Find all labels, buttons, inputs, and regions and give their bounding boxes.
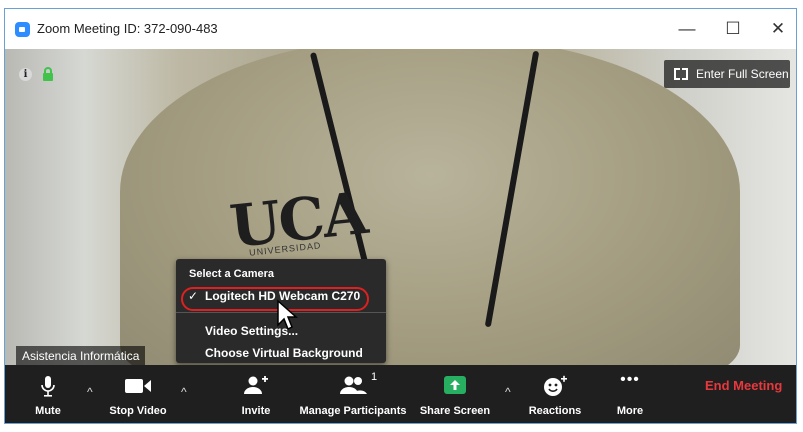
audio-options-caret[interactable]: ^ <box>87 385 93 399</box>
selection-highlight <box>181 287 369 311</box>
invite-button[interactable]: Invite <box>231 365 281 423</box>
mute-label: Mute <box>35 405 61 417</box>
title-bar: Zoom Meeting ID: 372-090-483 — ☐ ✕ <box>5 9 796 49</box>
stop-video-button[interactable]: Stop Video <box>103 365 173 423</box>
zoom-app-icon <box>15 22 30 37</box>
close-button[interactable]: ✕ <box>764 17 792 41</box>
enter-full-screen-label: Enter Full Screen <box>696 67 789 81</box>
stop-video-label: Stop Video <box>109 405 167 417</box>
microphone-icon <box>41 376 55 397</box>
camera-menu-header: Select a Camera <box>189 268 274 280</box>
end-meeting-button[interactable]: End Meeting <box>705 378 782 393</box>
window-title: Zoom Meeting ID: 372-090-483 <box>37 21 218 36</box>
video-camera-icon <box>125 379 151 393</box>
video-area: UCA UNIVERSIDAD <box>5 49 796 365</box>
reactions-label: Reactions <box>528 405 582 417</box>
more-dots-icon: ••• <box>620 371 640 388</box>
more-button[interactable]: ••• More <box>605 365 655 423</box>
info-icon[interactable]: i <box>19 68 32 81</box>
zoom-window: Zoom Meeting ID: 372-090-483 — ☐ ✕ UCA U… <box>4 8 797 424</box>
mouse-cursor-icon <box>277 299 298 331</box>
share-options-caret[interactable]: ^ <box>505 385 511 399</box>
enter-full-screen-button[interactable]: Enter Full Screen <box>664 60 790 88</box>
reactions-button[interactable]: Reactions <box>525 365 585 423</box>
manage-participants-button[interactable]: 1 Manage Participants <box>293 365 413 423</box>
share-screen-label: Share Screen <box>419 405 491 417</box>
minimize-button[interactable]: — <box>673 17 701 41</box>
manage-participants-label: Manage Participants <box>299 405 407 417</box>
more-label: More <box>616 405 644 417</box>
share-screen-button[interactable]: Share Screen <box>419 365 491 423</box>
participant-name-tag: Asistencia Informática <box>16 346 146 366</box>
meeting-toolbar: Mute ^ Stop Video ^ Invite 1 Manage Part… <box>5 365 796 423</box>
participants-icon <box>340 376 367 394</box>
add-user-icon <box>244 376 268 394</box>
maximize-button[interactable]: ☐ <box>719 17 747 41</box>
invite-label: Invite <box>241 405 271 417</box>
video-options-caret[interactable]: ^ <box>181 385 187 399</box>
reactions-icon <box>544 375 567 396</box>
share-screen-icon <box>444 376 466 394</box>
mute-button[interactable]: Mute <box>23 365 73 423</box>
participant-count: 1 <box>371 371 378 383</box>
fullscreen-icon <box>674 68 688 80</box>
lock-icon[interactable] <box>42 67 54 81</box>
virtual-background-item[interactable]: Choose Virtual Background <box>205 346 363 360</box>
